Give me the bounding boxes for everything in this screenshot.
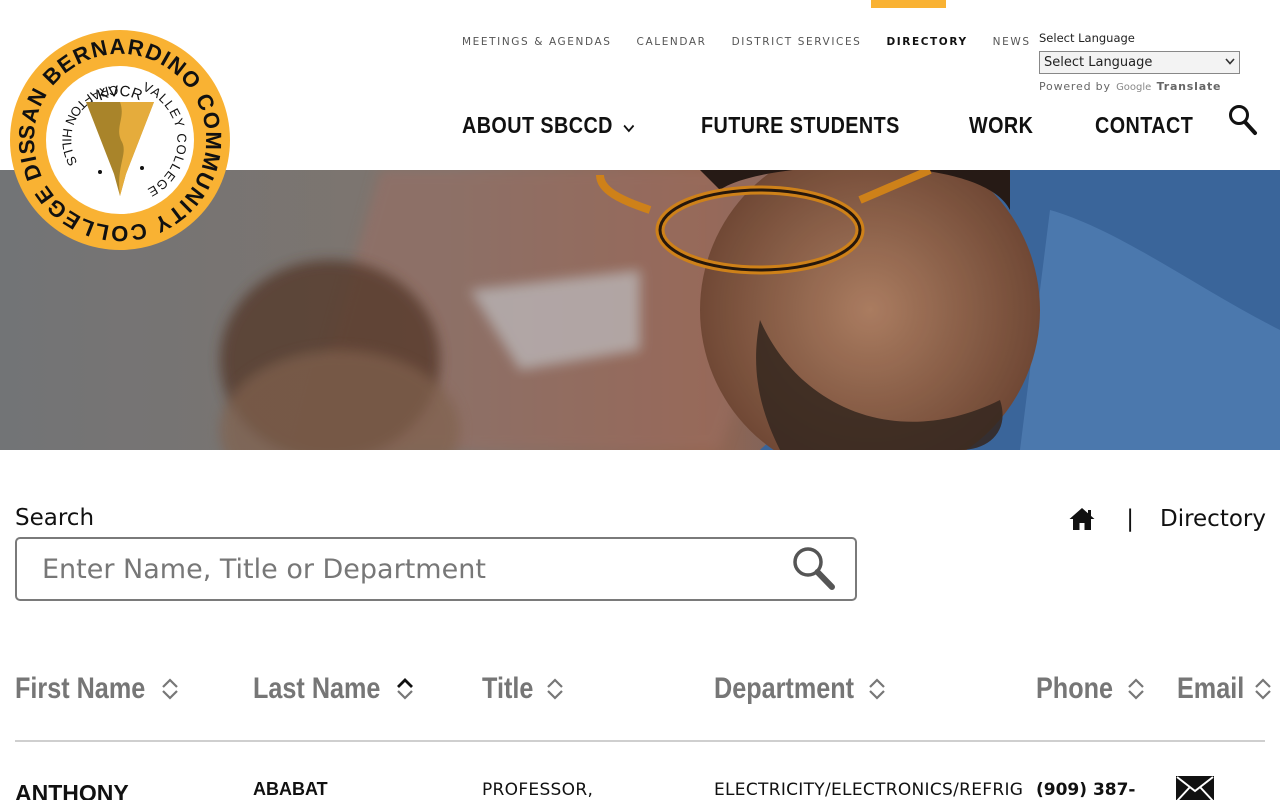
cell-phone[interactable]: (909) 387- (1036, 780, 1136, 800)
breadcrumb-current: Directory (1159, 506, 1266, 532)
nav-work[interactable]: WORK (969, 112, 1033, 139)
sort-both-icon (1253, 676, 1273, 702)
utility-link-calendar[interactable]: CALENDAR (637, 36, 707, 48)
powered-by-text: Powered by (1039, 80, 1111, 93)
utility-link-news[interactable]: NEWS (993, 36, 1031, 48)
sort-both-icon (545, 676, 565, 702)
column-label: Last Name (253, 672, 381, 705)
breadcrumb: | Directory (1068, 506, 1266, 532)
search-label: Search (15, 505, 95, 531)
main-nav: ABOUT SBCCD FUTURE STUDENTS WORK CONTACT (462, 112, 1210, 139)
column-label: First Name (15, 672, 146, 705)
dropdown-chevron-icon (1225, 57, 1235, 68)
breadcrumb-separator: | (1126, 506, 1134, 532)
sort-both-icon (160, 676, 180, 702)
nav-contact[interactable]: CONTACT (1095, 112, 1193, 139)
language-dropdown[interactable]: Select Language (1039, 51, 1240, 74)
google-wordmark: Google (1116, 82, 1152, 93)
cell-department: ELECTRICITY/ELECTRONICS/REFRIG (714, 780, 1024, 800)
language-label: Select Language (1039, 31, 1135, 45)
sort-both-icon (1126, 676, 1146, 702)
utility-nav: MEETINGS & AGENDAS CALENDAR DISTRICT SER… (462, 36, 1056, 48)
column-label: Phone (1036, 672, 1114, 705)
language-selected: Select Language (1044, 55, 1153, 70)
column-header-department[interactable]: Department (714, 672, 887, 706)
translate-link[interactable]: Translate (1157, 80, 1222, 93)
sort-both-icon (867, 676, 887, 702)
column-header-phone[interactable]: Phone (1036, 672, 1146, 706)
column-header-last-name[interactable]: Last Name (253, 672, 415, 706)
search-box (15, 537, 857, 601)
google-translate-credit: Powered by Google Translate (1039, 80, 1244, 93)
table-row: ANTHONY ABABAT PROFESSOR, ELECTRICITY/EL… (15, 776, 1265, 800)
column-label: Department (714, 672, 855, 705)
nav-about-label: ABOUT SBCCD (462, 112, 613, 138)
cell-first-name: ANTHONY (15, 780, 129, 800)
column-header-first-name[interactable]: First Name (15, 672, 180, 706)
utility-link-directory[interactable]: DIRECTORY (886, 36, 967, 48)
home-icon[interactable] (1068, 506, 1096, 532)
column-label: Email (1177, 672, 1245, 705)
active-tab-indicator (871, 0, 946, 8)
directory-search-input[interactable] (17, 553, 777, 585)
column-header-title[interactable]: Title (482, 672, 565, 706)
envelope-icon[interactable] (1176, 776, 1214, 800)
utility-link-district-services[interactable]: DISTRICT SERVICES (732, 36, 862, 48)
cell-title: PROFESSOR, (482, 780, 594, 800)
chevron-down-icon (623, 112, 635, 139)
table-header: First Name Last Name Title Department Ph… (15, 672, 1271, 742)
nav-about-sbccd[interactable]: ABOUT SBCCD (462, 112, 635, 139)
search-icon[interactable] (791, 545, 837, 598)
column-label: Title (482, 672, 534, 705)
language-selector: Select Language Select Language Powered … (1039, 31, 1244, 93)
utility-link-meetings[interactable]: MEETINGS & AGENDAS (462, 36, 612, 48)
sort-ascending-icon (395, 676, 415, 702)
site-search-icon[interactable] (1228, 104, 1258, 136)
sbccd-logo[interactable]: SAN BERNARDINO COMMUNITY COLLEGE DISTRIC… (0, 8, 232, 252)
nav-future-students[interactable]: FUTURE STUDENTS (701, 112, 900, 139)
cell-last-name: ABABAT (253, 779, 328, 799)
column-header-email[interactable]: Email (1177, 672, 1273, 706)
